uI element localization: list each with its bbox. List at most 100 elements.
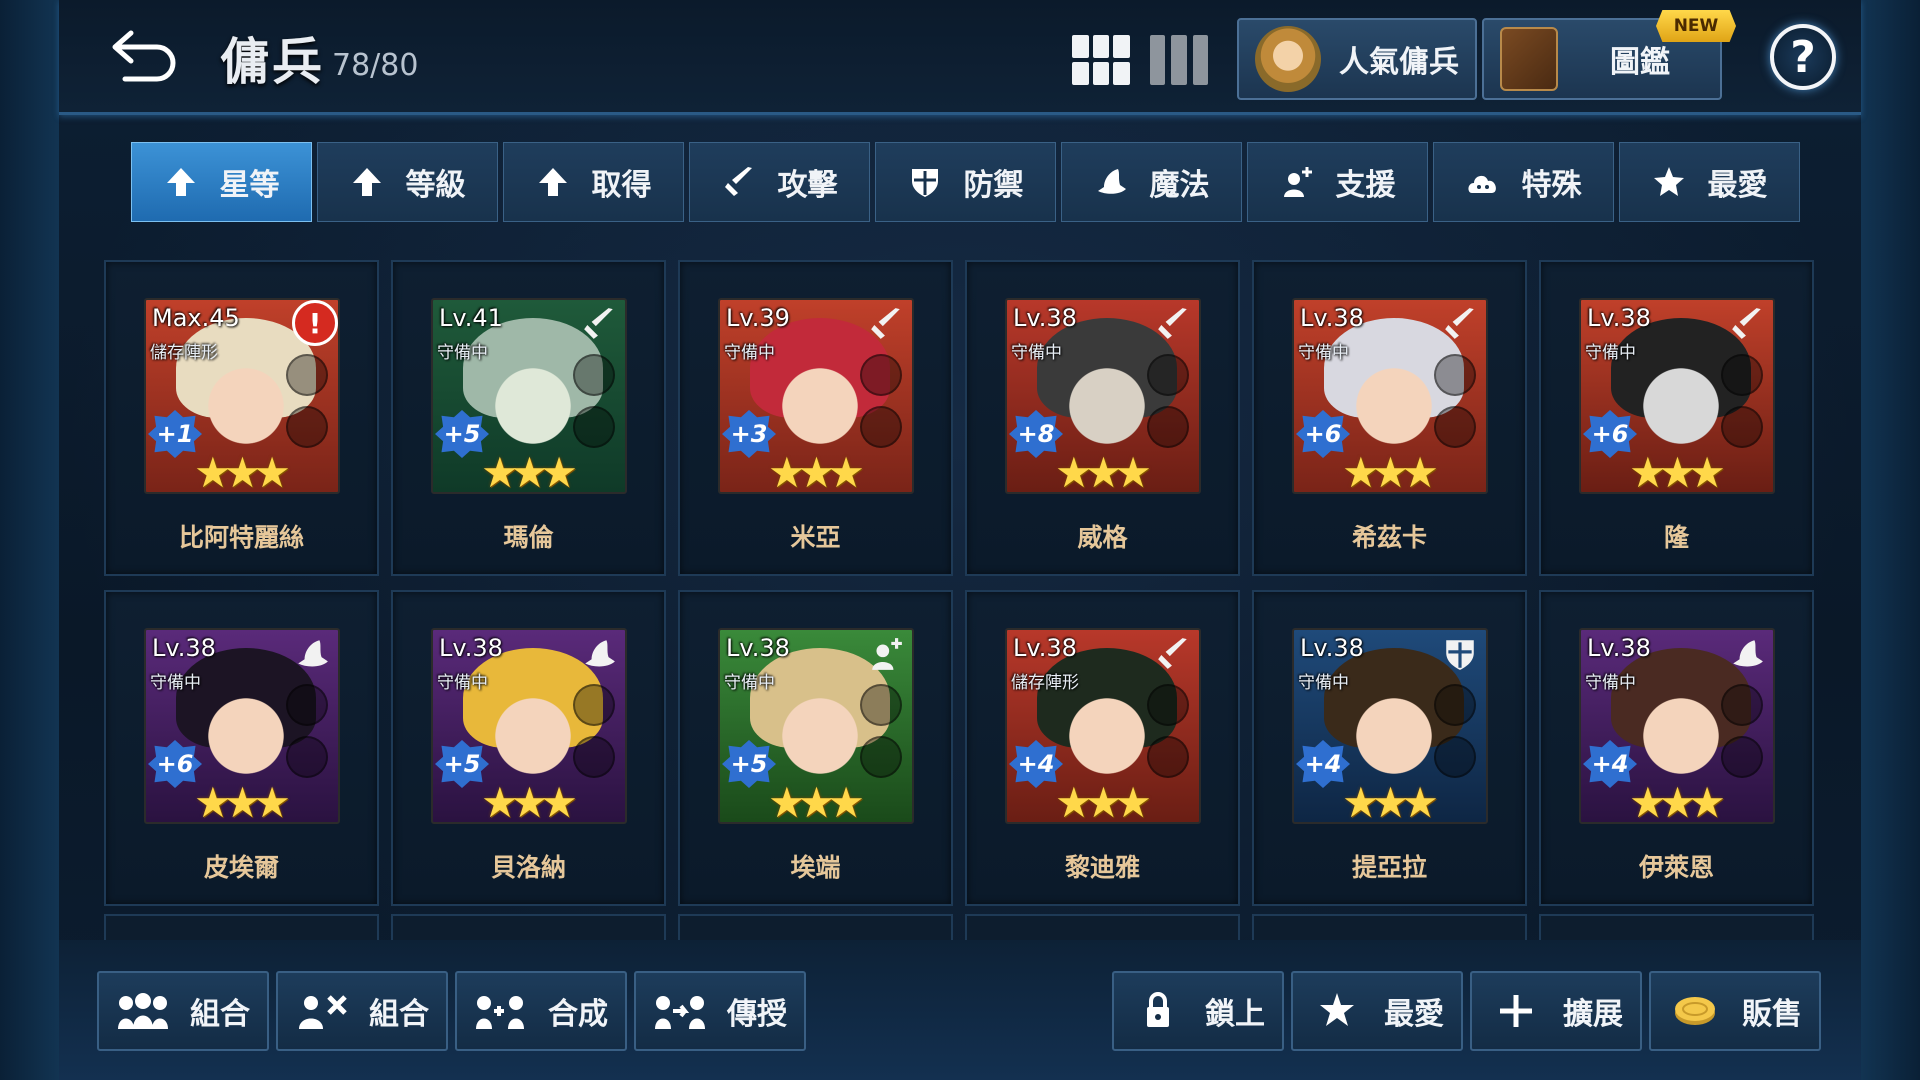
tab-support[interactable]: 支援 — [1247, 142, 1428, 222]
portrait-face — [770, 670, 870, 790]
lock-button[interactable]: 鎖上 — [1112, 971, 1284, 1051]
status-label: 儲存陣形 — [1011, 673, 1079, 693]
tab-star-rank[interactable]: 星等 — [131, 142, 312, 222]
level-label: Lv.38 — [1300, 634, 1364, 662]
card-edge — [965, 914, 1240, 940]
lock-label: 鎖上 — [1205, 997, 1265, 1032]
mercenary-name: 比阿特麗絲 — [178, 523, 304, 552]
mercenary-card[interactable]: Lv.38 守備中 +4 ★★★ 伊萊恩 — [1539, 590, 1814, 906]
mercenary-grid: Max.45 儲存陣形 +1 ★★★ ! 比阿特麗絲 Lv.41 守備中 +5 … — [104, 260, 1814, 906]
transfer-button[interactable]: 傳授 — [634, 971, 806, 1051]
star-rating: ★★★ — [1055, 778, 1152, 824]
laurel-portrait-icon — [1255, 26, 1321, 92]
mercenary-card[interactable]: Max.45 儲存陣形 +1 ★★★ ! 比阿特麗絲 — [104, 260, 379, 576]
tab-special[interactable]: 特殊 — [1433, 142, 1614, 222]
list-view-button[interactable] — [1150, 35, 1208, 85]
alert-icon: ! — [292, 300, 338, 346]
combo-button[interactable]: 組合 — [276, 971, 448, 1051]
mercenary-card[interactable]: Lv.38 守備中 +5 ★★★ 貝洛納 — [391, 590, 666, 906]
mercenary-card[interactable]: Lv.38 守備中 +4 ★★★ 提亞拉 — [1252, 590, 1527, 906]
tab-acquired[interactable]: 取得 — [503, 142, 684, 222]
portrait-face — [1344, 340, 1444, 460]
portrait-face — [1631, 670, 1731, 790]
mercenary-portrait: Lv.39 守備中 +3 ★★★ — [718, 298, 914, 494]
sort-filter-tabs: 星等 等級 取得 攻擊 防禦 魔法 支援 特殊 最愛 — [131, 142, 1805, 222]
mercenary-card[interactable]: Lv.41 守備中 +5 ★★★ 瑪倫 — [391, 260, 666, 576]
help-button[interactable]: ? — [1770, 24, 1836, 90]
arrow-up-icon — [352, 168, 381, 196]
mercenary-portrait: Lv.38 守備中 +8 ★★★ — [1005, 298, 1201, 494]
mercenary-name: 伊萊恩 — [1638, 853, 1714, 882]
star-icon — [1320, 993, 1354, 1026]
star-rating: ★★★ — [768, 448, 865, 494]
team-icon — [118, 993, 168, 1029]
status-label: 儲存陣形 — [150, 343, 218, 363]
mercenary-card[interactable]: Lv.38 守備中 +6 ★★★ 希茲卡 — [1252, 260, 1527, 576]
mercenary-portrait: Lv.38 守備中 +6 ★★★ — [144, 628, 340, 824]
skill-slots — [1147, 354, 1191, 458]
left-edge — [0, 0, 59, 1080]
star-rating: ★★★ — [194, 778, 291, 824]
portrait-face — [770, 340, 870, 460]
tab-attack[interactable]: 攻擊 — [689, 142, 870, 222]
mercenary-card[interactable]: Lv.38 守備中 +8 ★★★ 威格 — [965, 260, 1240, 576]
popular-mercenary-button[interactable]: 人氣傭兵 — [1237, 18, 1477, 100]
level-label: Max.45 — [152, 304, 240, 332]
tab-favorite[interactable]: 最愛 — [1619, 142, 1800, 222]
mercenary-name: 貝洛納 — [490, 853, 566, 882]
skill-slots — [573, 684, 617, 788]
mercenary-card[interactable]: Lv.38 儲存陣形 +4 ★★★ 黎迪雅 — [965, 590, 1240, 906]
team-button[interactable]: 組合 — [97, 971, 269, 1051]
merge-button[interactable]: 合成 — [455, 971, 627, 1051]
transfer-icon — [655, 996, 705, 1029]
portrait-face — [1344, 670, 1444, 790]
skill-slots — [1147, 684, 1191, 788]
right-edge — [1861, 0, 1920, 1080]
sword-icon — [1158, 308, 1187, 339]
card-edge — [678, 914, 953, 940]
tab-label: 特殊 — [1521, 168, 1582, 203]
codex-label: 圖鑑 — [1610, 45, 1670, 80]
star-rating: ★★★ — [1629, 448, 1726, 494]
mercenary-name: 隆 — [1663, 523, 1689, 552]
tab-level[interactable]: 等級 — [317, 142, 498, 222]
sell-button[interactable]: 販售 — [1649, 971, 1821, 1051]
shield-icon — [1446, 640, 1474, 670]
level-label: Lv.38 — [1587, 304, 1651, 332]
tab-label: 最愛 — [1707, 168, 1768, 203]
mercenary-card[interactable]: Lv.38 守備中 +6 ★★★ 皮埃爾 — [104, 590, 379, 906]
favorite-label: 最愛 — [1384, 997, 1444, 1032]
mercenary-portrait: Lv.38 守備中 +5 ★★★ — [431, 628, 627, 824]
back-button[interactable] — [105, 25, 185, 85]
level-label: Lv.38 — [1013, 304, 1077, 332]
expand-button[interactable]: 擴展 — [1470, 971, 1642, 1051]
tab-magic[interactable]: 魔法 — [1061, 142, 1242, 222]
skill-slots — [860, 684, 904, 788]
cloud-icon — [1467, 175, 1496, 193]
tab-label: 取得 — [591, 168, 652, 203]
star-rating: ★★★ — [1629, 778, 1726, 824]
tab-label: 支援 — [1335, 168, 1396, 203]
card-edge — [1539, 914, 1814, 940]
skill-slots — [1434, 354, 1478, 458]
mercenary-name: 米亞 — [790, 523, 841, 552]
sword-icon — [1445, 308, 1474, 339]
tab-defense[interactable]: 防禦 — [875, 142, 1056, 222]
support-icon — [1283, 167, 1312, 197]
grid-view-button[interactable] — [1072, 35, 1130, 85]
skill-slots — [286, 354, 330, 458]
next-row-preview — [104, 914, 1814, 940]
favorite-button[interactable]: 最愛 — [1291, 971, 1463, 1051]
shield-icon — [911, 169, 938, 197]
mercenary-card[interactable]: Lv.38 守備中 +6 ★★★ 隆 — [1539, 260, 1814, 576]
level-label: Lv.39 — [726, 304, 790, 332]
portrait-face — [1057, 340, 1157, 460]
portrait-face — [483, 340, 583, 460]
combo-label: 組合 — [369, 997, 429, 1032]
mercenary-card[interactable]: Lv.38 守備中 +5 ★★★ 埃端 — [678, 590, 953, 906]
level-label: Lv.41 — [439, 304, 503, 332]
mercenary-card[interactable]: Lv.39 守備中 +3 ★★★ 米亞 — [678, 260, 953, 576]
level-label: Lv.38 — [1587, 634, 1651, 662]
status-label: 守備中 — [150, 673, 201, 693]
status-label: 守備中 — [1585, 343, 1636, 363]
